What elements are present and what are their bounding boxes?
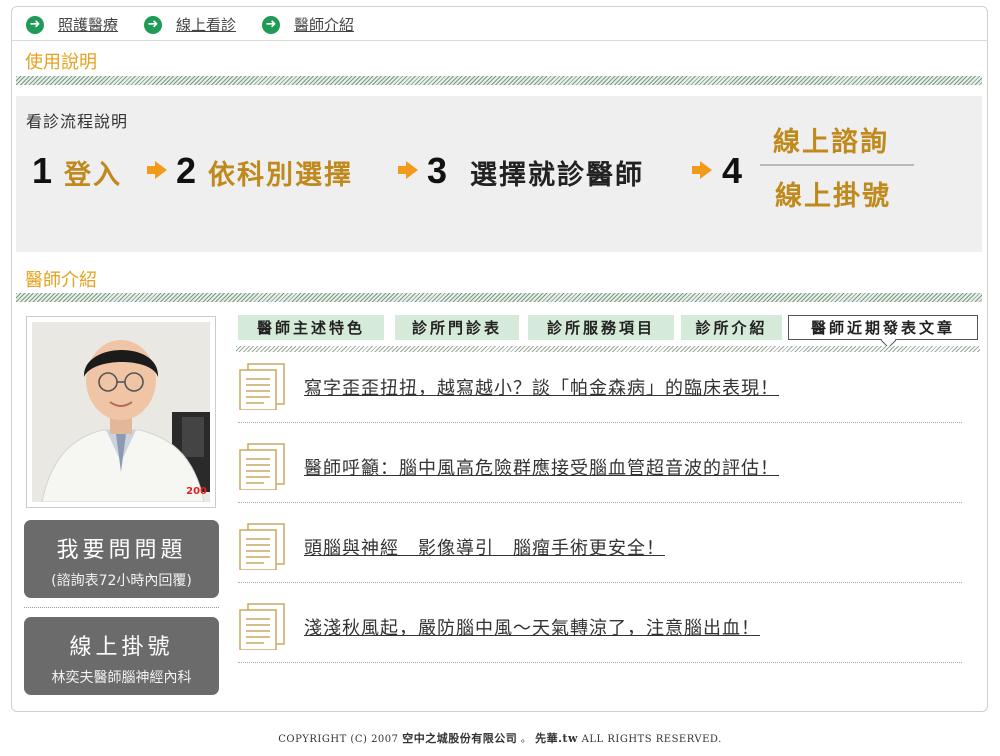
section-divider bbox=[16, 76, 982, 85]
nav-item-care[interactable]: ➜ 照護醫療 bbox=[26, 14, 118, 35]
tab-clinic-intro[interactable]: 診所介紹 bbox=[681, 315, 782, 340]
doctor-photo: 200 bbox=[32, 322, 210, 502]
arrow-right-circle-icon: ➜ bbox=[26, 15, 44, 34]
tab-clinic-services[interactable]: 診所服務項目 bbox=[528, 315, 674, 340]
document-stack-icon bbox=[239, 603, 285, 650]
doctor-section-title: 醫師介紹 bbox=[25, 270, 97, 291]
tab-doctor-features[interactable]: 醫師主述特色 bbox=[238, 315, 384, 340]
nav-item-online-consult[interactable]: ➜ 線上看診 bbox=[144, 14, 236, 35]
article-divider bbox=[238, 422, 962, 423]
ask-question-button[interactable]: 我要問問題 (諮詢表72小時內回覆) bbox=[24, 520, 219, 598]
step-4-online-register[interactable]: 線上掛號 bbox=[775, 174, 891, 213]
ask-question-label: 我要問問題 bbox=[56, 538, 187, 563]
doctor-portrait-icon bbox=[32, 322, 210, 502]
nav-label[interactable]: 醫師介紹 bbox=[294, 14, 354, 35]
list-item: 醫師呼籲：腦中風高危險群應接受腦血管超音波的評估！ bbox=[238, 442, 968, 512]
top-navigation: ➜ 照護醫療 ➜ 線上看診 ➜ 醫師介紹 bbox=[12, 8, 988, 41]
step-3-number: 3 bbox=[427, 150, 448, 191]
tab-recent-articles[interactable]: 醫師近期發表文章 bbox=[788, 315, 978, 340]
arrow-right-circle-icon: ➜ bbox=[262, 15, 280, 34]
button-divider bbox=[24, 607, 219, 608]
step-1-number: 1 bbox=[32, 150, 53, 191]
list-item: 頭腦與神經 影像導引 腦瘤手術更安全！ bbox=[238, 522, 968, 592]
arrow-right-circle-icon: ➜ bbox=[144, 15, 162, 34]
nav-item-doctor-intro[interactable]: ➜ 醫師介紹 bbox=[262, 14, 354, 35]
arrow-right-icon bbox=[398, 161, 418, 179]
article-link[interactable]: 淺淺秋風起，嚴防腦中風～天氣轉涼了，注意腦出血！ bbox=[304, 614, 760, 640]
article-divider bbox=[238, 502, 962, 503]
arrow-right-icon bbox=[147, 161, 167, 179]
article-divider bbox=[238, 582, 962, 583]
online-register-subtext: 林奕夫醫師腦神經內科 bbox=[51, 670, 192, 686]
step-4-online-consult[interactable]: 線上諮詢 bbox=[773, 120, 889, 159]
doctor-photo-frame: 200 bbox=[26, 316, 216, 508]
step-2-number: 2 bbox=[176, 150, 197, 191]
online-register-button[interactable]: 線上掛號 林奕夫醫師腦神經內科 bbox=[24, 617, 219, 695]
step-3-label: 選擇就診醫師 bbox=[470, 160, 644, 191]
footer-copyright: COPYRIGHT (C) 2007 bbox=[278, 734, 399, 745]
section-divider bbox=[16, 293, 982, 302]
article-link[interactable]: 寫字歪歪扭扭，越寫越小？談「帕金森病」的臨床表現！ bbox=[304, 374, 779, 400]
footer-rights: ALL RIGHTS RESERVED. bbox=[581, 734, 722, 745]
usage-section-title: 使用說明 bbox=[25, 52, 97, 73]
article-link[interactable]: 醫師呼籲：腦中風高危險群應接受腦血管超音波的評估！ bbox=[304, 454, 779, 480]
step-4-number: 4 bbox=[722, 150, 743, 191]
flow-caption: 看診流程說明 bbox=[26, 112, 129, 131]
article-link[interactable]: 頭腦與神經 影像導引 腦瘤手術更安全！ bbox=[304, 534, 665, 560]
step-4-divider bbox=[760, 164, 914, 166]
footer-separator: 。 bbox=[520, 734, 532, 745]
tab-divider bbox=[236, 346, 980, 352]
list-item: 淺淺秋風起，嚴防腦中風～天氣轉涼了，注意腦出血！ bbox=[238, 602, 968, 672]
document-stack-icon bbox=[239, 523, 285, 570]
photo-stamp: 200 bbox=[186, 486, 207, 497]
footer: COPYRIGHT (C) 2007 空中之城股份有限公司 。 先華.tw AL… bbox=[0, 730, 1000, 746]
footer-company: 空中之城股份有限公司 bbox=[402, 732, 518, 745]
step-2-label: 依科別選擇 bbox=[208, 160, 353, 191]
ask-question-subtext: (諮詢表72小時內回覆) bbox=[51, 573, 192, 589]
tab-clinic-schedule[interactable]: 診所門診表 bbox=[395, 315, 519, 340]
document-stack-icon bbox=[239, 443, 285, 490]
article-divider bbox=[238, 662, 962, 663]
step-1-label: 登入 bbox=[64, 160, 122, 191]
nav-label[interactable]: 照護醫療 bbox=[58, 14, 118, 35]
list-item: 寫字歪歪扭扭，越寫越小？談「帕金森病」的臨床表現！ bbox=[238, 362, 968, 432]
arrow-right-icon bbox=[692, 161, 712, 179]
online-register-label: 線上掛號 bbox=[69, 635, 174, 660]
footer-brand: 先華.tw bbox=[535, 732, 578, 745]
document-stack-icon bbox=[239, 363, 285, 410]
nav-label[interactable]: 線上看診 bbox=[176, 14, 236, 35]
